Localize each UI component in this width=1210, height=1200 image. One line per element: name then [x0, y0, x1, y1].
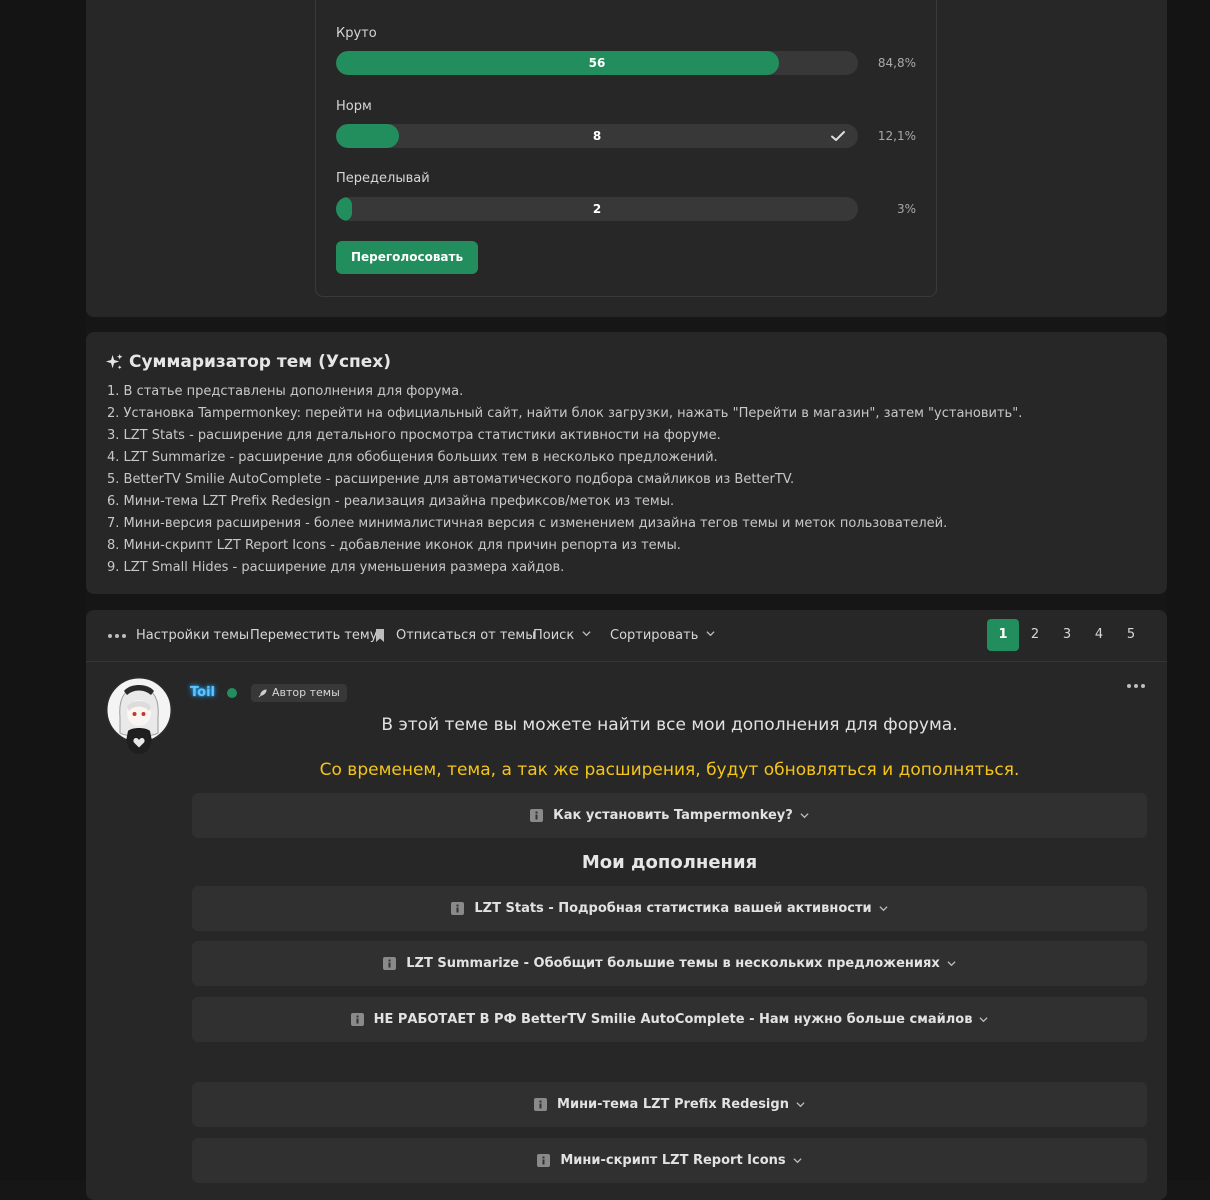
spoiler-title: LZT Stats - Подробная статистика вашей а… [474, 901, 872, 916]
info-icon [383, 957, 397, 970]
spoiler-lzt-summarize[interactable]: LZT Summarize - Обобщит большие темы в н… [192, 941, 1147, 986]
online-status-icon [227, 688, 237, 698]
poll-option-label: Переделывай [336, 171, 430, 186]
poll-percent: 84,8% [877, 56, 916, 70]
thread-toolbar: Настройки темы Переместить тему Отписать… [86, 610, 1167, 662]
sort-dropdown[interactable]: Сортировать [610, 628, 715, 643]
summary-item: 8. Мини-скрипт LZT Report Icons - добавл… [107, 538, 681, 553]
spoiler-bettertv-autocomplete[interactable]: НЕ РАБОТАЕТ В РФ BetterTV Smilie AutoCom… [192, 997, 1147, 1042]
spoiler-title: LZT Summarize - Обобщит большие темы в н… [406, 956, 940, 971]
poll-percent: 12,1% [877, 129, 916, 143]
page-3-button[interactable]: 3 [1051, 619, 1083, 651]
page-1-button[interactable]: 1 [987, 619, 1019, 651]
info-icon [534, 1098, 548, 1111]
post-menu-icon[interactable] [1127, 684, 1145, 688]
bookmark-icon[interactable] [375, 629, 385, 642]
feather-icon [258, 688, 267, 697]
summary-heading: Суммаризатор тем (Успех) [105, 352, 391, 372]
poll-vote-count: 56 [588, 56, 606, 70]
spoiler-report-icons[interactable]: Мини-скрипт LZT Report Icons [192, 1138, 1147, 1183]
page-2-button[interactable]: 2 [1019, 619, 1051, 651]
post-intro-text: В этой теме вы можете найти все мои допо… [381, 715, 958, 735]
poll-results: Круто 56 84,8% Норм 8 12,1% Переделывай … [315, 0, 937, 297]
spoiler-title: Как установить Tampermonkey? [553, 808, 793, 823]
summary-card: Суммаризатор тем (Успех) 1. В статье пре… [86, 332, 1167, 594]
sparkles-icon [105, 353, 123, 369]
chevron-down-icon [879, 906, 888, 912]
spoiler-lzt-stats[interactable]: LZT Stats - Подробная статистика вашей а… [192, 886, 1147, 931]
spoiler-title: НЕ РАБОТАЕТ В РФ BetterTV Smilie AutoCom… [373, 1012, 973, 1027]
chevron-down-icon [793, 1158, 802, 1164]
spoiler-prefix-redesign[interactable]: Мини-тема LZT Prefix Redesign [192, 1082, 1147, 1127]
info-icon [451, 902, 465, 915]
poll-bar: 56 [336, 51, 858, 75]
poll-option-label: Норм [336, 99, 372, 114]
move-thread-link[interactable]: Переместить тему [250, 628, 377, 643]
chevron-down-icon [947, 961, 956, 967]
poll-option-label: Круто [336, 26, 377, 41]
post-update-note: Со временем, тема, а так же расширения, … [319, 760, 1020, 780]
summary-item: 2. Установка Tampermonkey: перейти на оф… [107, 406, 1023, 421]
more-options-icon[interactable] [108, 634, 126, 638]
info-icon [537, 1154, 551, 1167]
author-badge-label: Автор темы [272, 686, 340, 699]
chevron-down-icon [796, 1102, 805, 1108]
author-badge: Автор темы [251, 684, 347, 702]
poll-card: Круто 56 84,8% Норм 8 12,1% Переделывай … [86, 0, 1167, 317]
info-icon [530, 809, 544, 822]
chevron-down-icon [582, 631, 591, 637]
page-4-button[interactable]: 4 [1083, 619, 1115, 651]
thread-settings-link[interactable]: Настройки темы [136, 628, 249, 643]
search-label: Поиск [533, 628, 575, 643]
page-margin-left [0, 0, 86, 1180]
spoiler-title: Мини-тема LZT Prefix Redesign [557, 1097, 789, 1112]
thread-card: Настройки темы Переместить тему Отписать… [86, 610, 1167, 1200]
poll-bar: 2 [336, 197, 858, 221]
username-link[interactable]: Toil [190, 685, 215, 700]
sort-label: Сортировать [610, 628, 699, 643]
spoiler-install-tampermonkey[interactable]: Как установить Tampermonkey? [192, 793, 1147, 838]
summary-item: 5. BetterTV Smilie AutoComplete - расшир… [107, 472, 795, 487]
page-margin-right [1167, 0, 1210, 1180]
page-5-button[interactable]: 5 [1115, 619, 1147, 651]
poll-vote-count: 8 [592, 129, 602, 143]
summary-list: 1. В статье представлены дополнения для … [107, 381, 1022, 579]
poll-vote-count: 2 [592, 202, 602, 216]
summary-item: 1. В статье представлены дополнения для … [107, 384, 464, 399]
check-icon [831, 131, 845, 141]
unsubscribe-link[interactable]: Отписаться от темы [396, 628, 536, 643]
summary-item: 3. LZT Stats - расширение для детального… [107, 428, 721, 443]
pagination: 1 2 3 4 5 [987, 619, 1147, 651]
spoiler-title: Мини-скрипт LZT Report Icons [560, 1153, 786, 1168]
chevron-down-icon [706, 631, 715, 637]
summary-item: 9. LZT Small Hides - расширение для умен… [107, 560, 565, 575]
revote-button[interactable]: Переголосовать [336, 241, 479, 274]
summary-title: Суммаризатор тем (Успех) [129, 352, 392, 372]
chevron-down-icon [800, 813, 809, 819]
poll-bar: 8 [336, 124, 858, 148]
search-dropdown[interactable]: Поиск [533, 628, 591, 643]
info-icon [350, 1013, 364, 1026]
summary-item: 7. Мини-версия расширения - более минима… [107, 516, 948, 531]
addons-heading: Мои дополнения [581, 852, 758, 873]
poll-percent: 3% [896, 202, 916, 216]
summary-item: 6. Мини-тема LZT Prefix Redesign - реали… [107, 494, 675, 509]
heart-badge [127, 730, 151, 754]
heart-icon [133, 737, 145, 747]
chevron-down-icon [979, 1017, 988, 1023]
summary-item: 4. LZT Summarize - расширение для обобще… [107, 450, 718, 465]
